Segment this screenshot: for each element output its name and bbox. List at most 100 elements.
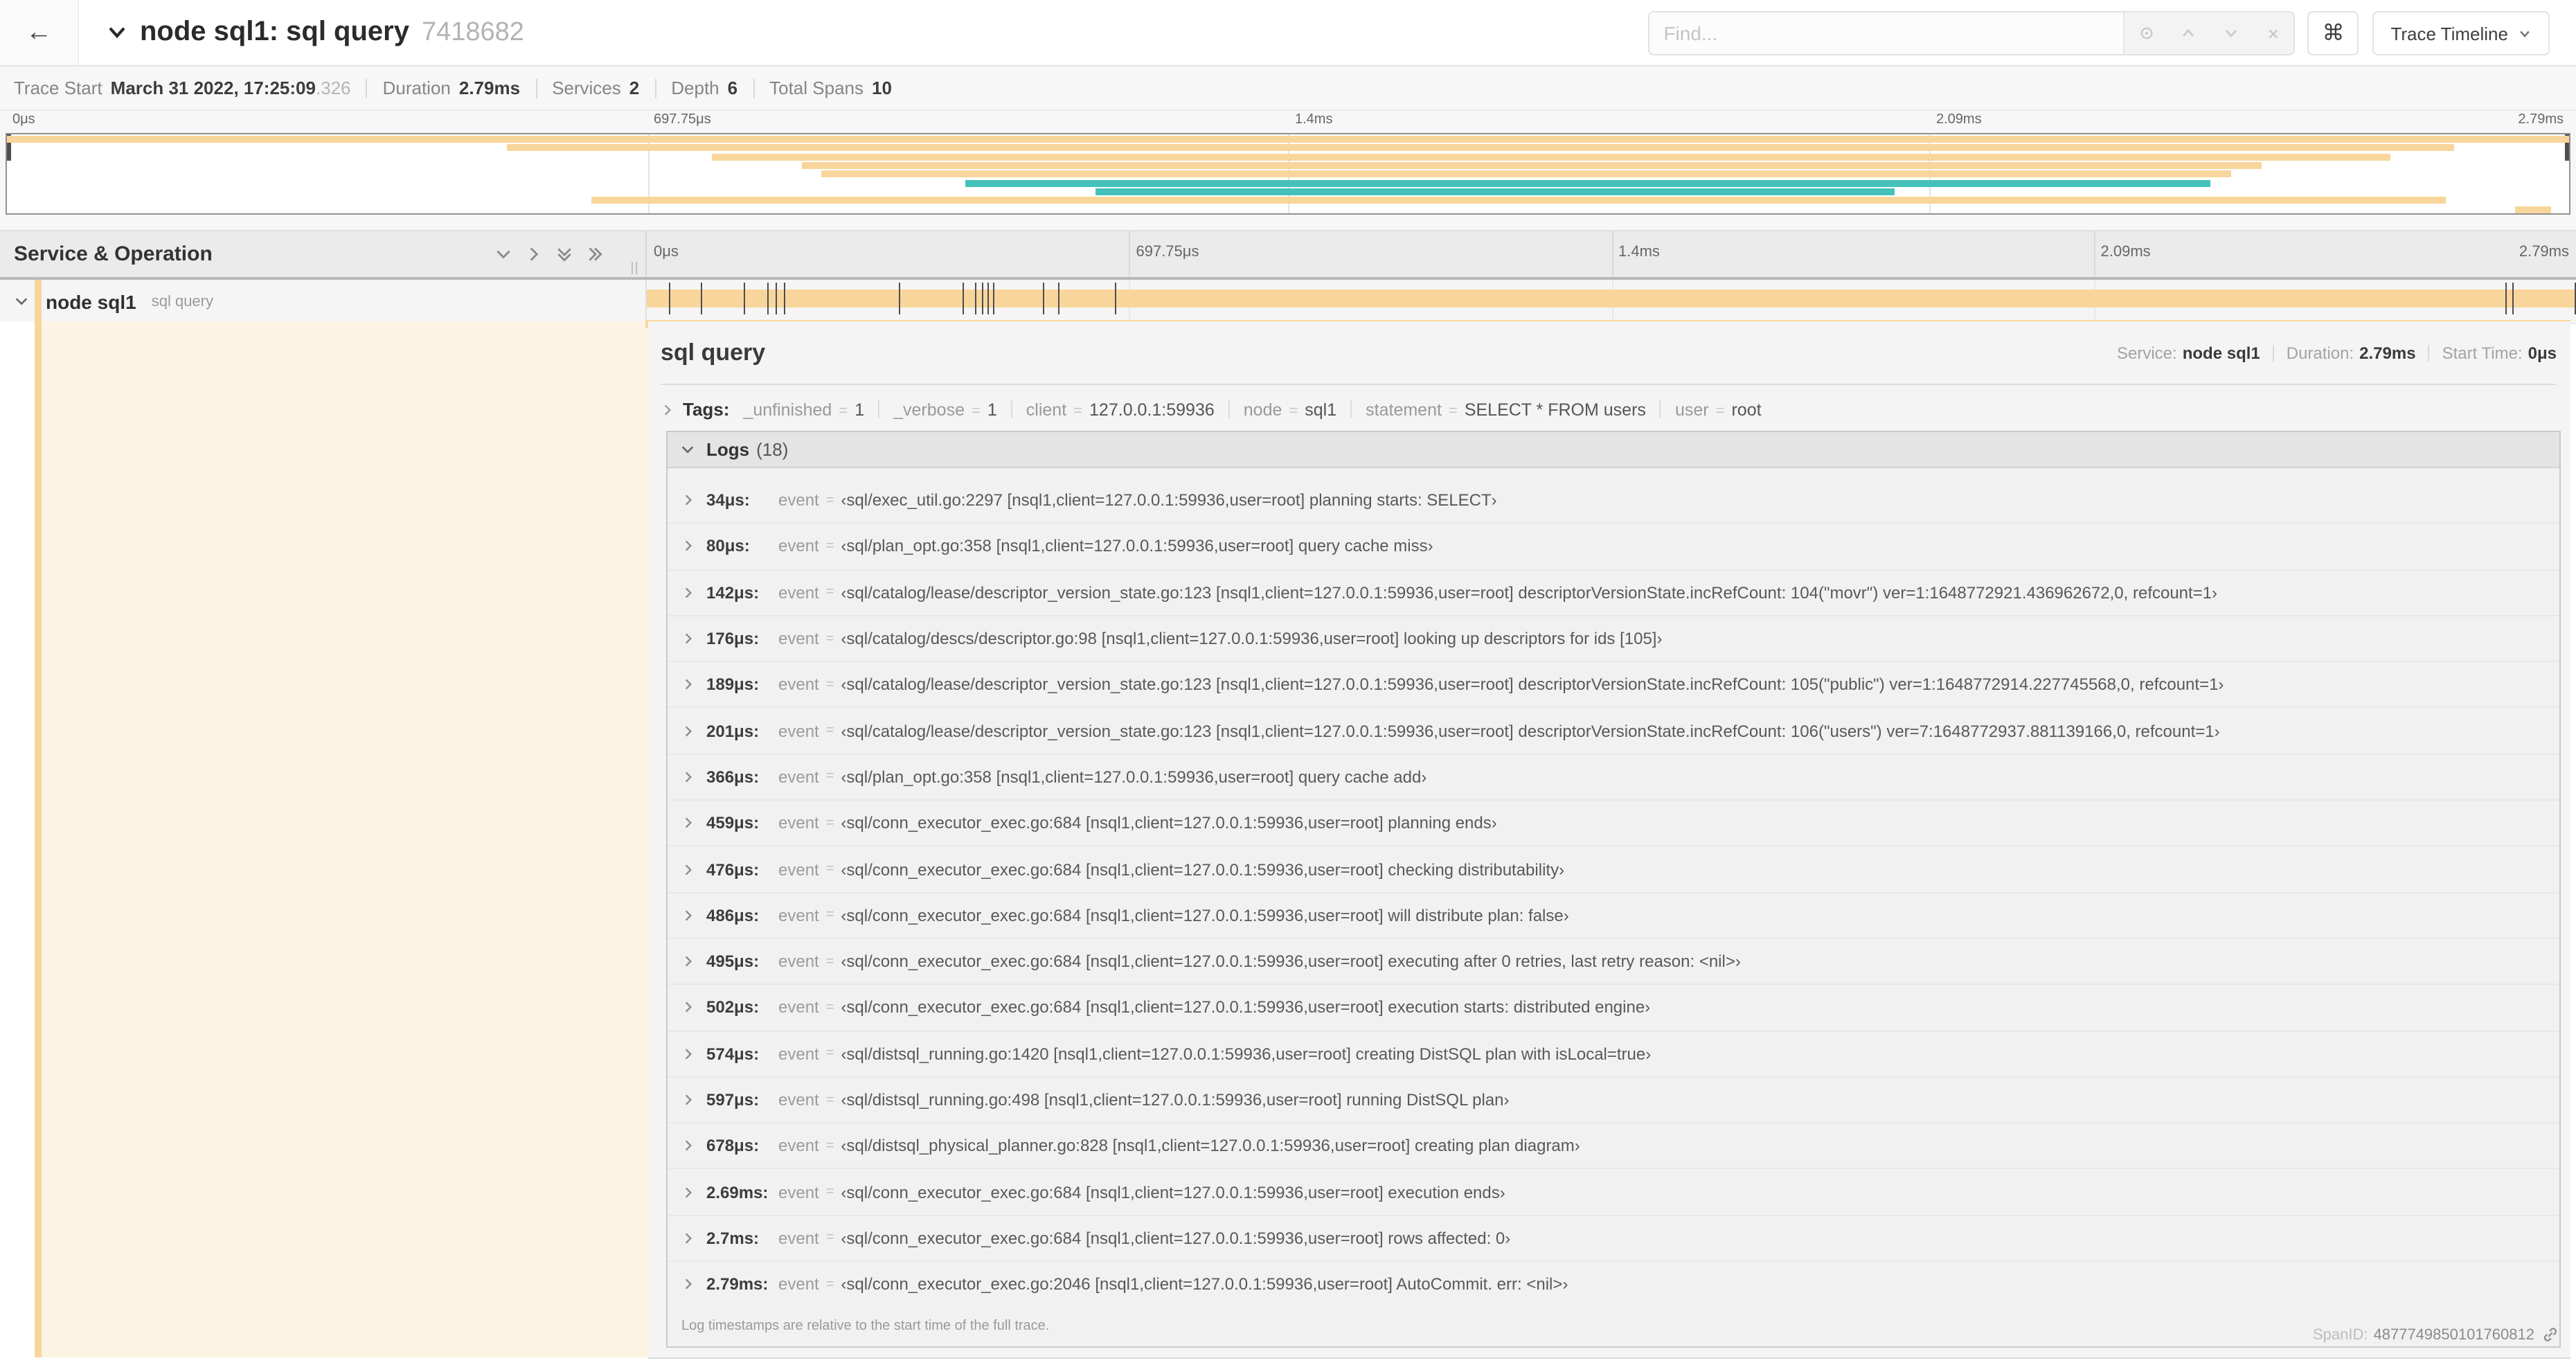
chevron-right-icon[interactable] xyxy=(681,862,695,876)
link-icon[interactable] xyxy=(2541,1326,2559,1344)
log-timestamp: 459μs: xyxy=(706,813,760,833)
divider xyxy=(1659,400,1661,418)
logs-title: Logs xyxy=(706,439,750,460)
top-nav: ← node sql1: sql query 7418682 Find... ⌘… xyxy=(0,0,2576,66)
log-entry[interactable]: 502μs: event = ‹sql/conn_executor_exec.g… xyxy=(668,984,2559,1031)
chevron-right-icon[interactable] xyxy=(681,540,695,553)
span-service-name: node sql1 xyxy=(46,290,136,312)
axis-tick-label: 1.4ms xyxy=(1295,112,1333,127)
span-name-cell[interactable]: node sql1 sql query xyxy=(0,280,647,323)
span-color-strip xyxy=(35,321,41,1357)
log-entry[interactable]: 176μs: event = ‹sql/catalog/descs/descri… xyxy=(668,615,2559,661)
chevron-right-icon[interactable] xyxy=(681,1046,695,1060)
keyboard-shortcuts-button[interactable]: ⌘ xyxy=(2307,11,2359,55)
log-entry[interactable]: 476μs: event = ‹sql/conn_executor_exec.g… xyxy=(668,846,2559,892)
timeline-header-row: Service & Operation 0μs 697.75μs 1.4ms 2… xyxy=(0,230,2576,280)
chevron-right-icon[interactable] xyxy=(661,402,674,416)
tags-row[interactable]: Tags: _unfinished = 1 _verbose = 1 clien… xyxy=(661,399,2557,420)
chevron-right-icon[interactable] xyxy=(681,585,695,599)
expand-all-icon[interactable] xyxy=(586,245,604,263)
logs-header[interactable]: Logs (18) xyxy=(668,432,2559,468)
chevron-right-icon[interactable] xyxy=(681,724,695,738)
log-event-tick xyxy=(776,283,778,314)
minimap-span-bar xyxy=(2515,206,2552,213)
log-event-tick xyxy=(963,283,965,314)
locate-icon[interactable] xyxy=(2138,25,2154,42)
chevron-right-icon[interactable] xyxy=(681,1139,695,1153)
expand-one-icon[interactable] xyxy=(525,245,543,263)
trace-page: ← node sql1: sql query 7418682 Find... ⌘… xyxy=(0,0,2576,1363)
log-entry[interactable]: 678μs: event = ‹sql/distsql_physical_pla… xyxy=(668,1122,2559,1168)
log-entry[interactable]: 459μs: event = ‹sql/conn_executor_exec.g… xyxy=(668,799,2559,846)
chevron-right-icon[interactable] xyxy=(681,816,695,830)
log-field-key: event xyxy=(778,1182,819,1202)
log-timestamp: 80μs: xyxy=(706,536,750,556)
log-entry[interactable]: 142μs: event = ‹sql/catalog/lease/descri… xyxy=(668,569,2559,615)
equals-sign: = xyxy=(825,862,834,878)
chevron-right-icon[interactable] xyxy=(681,909,695,923)
log-entry[interactable]: 80μs: event = ‹sql/plan_opt.go:358 [nsql… xyxy=(668,523,2559,569)
chevron-right-icon[interactable] xyxy=(681,1093,695,1107)
log-entry[interactable]: 574μs: event = ‹sql/distsql_running.go:1… xyxy=(668,1030,2559,1076)
log-entry[interactable]: 2.79ms: event = ‹sql/conn_executor_exec.… xyxy=(668,1260,2559,1307)
arrow-left-icon: ← xyxy=(26,17,52,46)
chevron-down-icon[interactable] xyxy=(2223,25,2239,42)
find-input[interactable] xyxy=(1649,12,2124,54)
column-resize-handle[interactable] xyxy=(632,262,637,274)
divider xyxy=(753,78,755,98)
trace-id: 7418682 xyxy=(421,17,524,46)
trace-minimap[interactable] xyxy=(6,133,2570,215)
chevron-right-icon[interactable] xyxy=(681,1231,695,1245)
span-detail-panel: sql query Service: node sql1 Duration: 2… xyxy=(648,321,2570,1359)
tag: user = root xyxy=(1675,400,1762,419)
log-entry[interactable]: 189μs: event = ‹sql/catalog/lease/descri… xyxy=(668,661,2559,707)
trace-start: Trace Start March 31 2022, 17:25:09 .326 xyxy=(14,78,351,98)
divider xyxy=(366,78,368,98)
chevron-right-icon[interactable] xyxy=(681,1185,695,1199)
log-field-key: event xyxy=(778,582,819,603)
log-entry[interactable]: 34μs: event = ‹sql/exec_util.go:2297 [ns… xyxy=(668,478,2559,523)
timeline-ruler: 0μs 697.75μs 1.4ms 2.09ms 2.79ms xyxy=(647,231,2576,277)
span-duration-bar[interactable] xyxy=(647,289,2576,308)
services-label: Services xyxy=(552,78,621,98)
log-field-key: event xyxy=(778,1136,819,1156)
equals-sign: = xyxy=(825,677,834,693)
divider xyxy=(661,384,2557,385)
log-field-value: ‹sql/plan_opt.go:358 [nsql1,client=127.0… xyxy=(841,767,1427,787)
services-value: 2 xyxy=(629,78,640,98)
log-entry[interactable]: 2.7ms: event = ‹sql/conn_executor_exec.g… xyxy=(668,1215,2559,1261)
ruler-tick-label: 0μs xyxy=(654,244,679,260)
span-row[interactable]: node sql1 sql query xyxy=(0,280,2576,324)
back-button[interactable]: ← xyxy=(0,0,79,65)
chevron-down-icon[interactable] xyxy=(14,294,29,309)
chevron-up-icon[interactable] xyxy=(2181,25,2197,42)
equals-sign: = xyxy=(825,631,834,647)
divider xyxy=(2272,345,2274,362)
chevron-right-icon[interactable] xyxy=(681,678,695,692)
log-entry[interactable]: 366μs: event = ‹sql/plan_opt.go:358 [nsq… xyxy=(668,754,2559,800)
span-operation-name: sql query xyxy=(151,293,213,310)
log-event-tick xyxy=(784,283,786,314)
minimap-span-bar xyxy=(506,144,2454,152)
log-entry[interactable]: 201μs: event = ‹sql/catalog/lease/descri… xyxy=(668,707,2559,754)
tag-value: 1 xyxy=(855,400,865,419)
log-entry[interactable]: 597μs: event = ‹sql/distsql_running.go:4… xyxy=(668,1076,2559,1123)
log-entry[interactable]: 486μs: event = ‹sql/conn_executor_exec.g… xyxy=(668,891,2559,938)
collapse-one-icon[interactable] xyxy=(494,245,512,263)
equals-sign: = xyxy=(1073,402,1083,419)
chevron-right-icon[interactable] xyxy=(681,770,695,784)
chevron-right-icon[interactable] xyxy=(681,493,695,507)
log-field-value: ‹sql/distsql_running.go:498 [nsql1,clien… xyxy=(841,1090,1510,1110)
chevron-right-icon[interactable] xyxy=(681,1277,695,1291)
log-entry[interactable]: 2.69ms: event = ‹sql/conn_executor_exec.… xyxy=(668,1168,2559,1215)
span-track[interactable] xyxy=(647,280,2576,323)
trace-collapse-toggle[interactable] xyxy=(107,22,127,43)
close-icon[interactable] xyxy=(2266,26,2281,41)
chevron-right-icon[interactable] xyxy=(681,632,695,645)
log-entry[interactable]: 495μs: event = ‹sql/conn_executor_exec.g… xyxy=(668,938,2559,984)
chevron-right-icon[interactable] xyxy=(681,954,695,968)
view-dropdown[interactable]: Trace Timeline xyxy=(2372,11,2550,55)
equals-sign: = xyxy=(825,1046,834,1062)
chevron-right-icon[interactable] xyxy=(681,1001,695,1015)
collapse-all-icon[interactable] xyxy=(555,245,573,263)
